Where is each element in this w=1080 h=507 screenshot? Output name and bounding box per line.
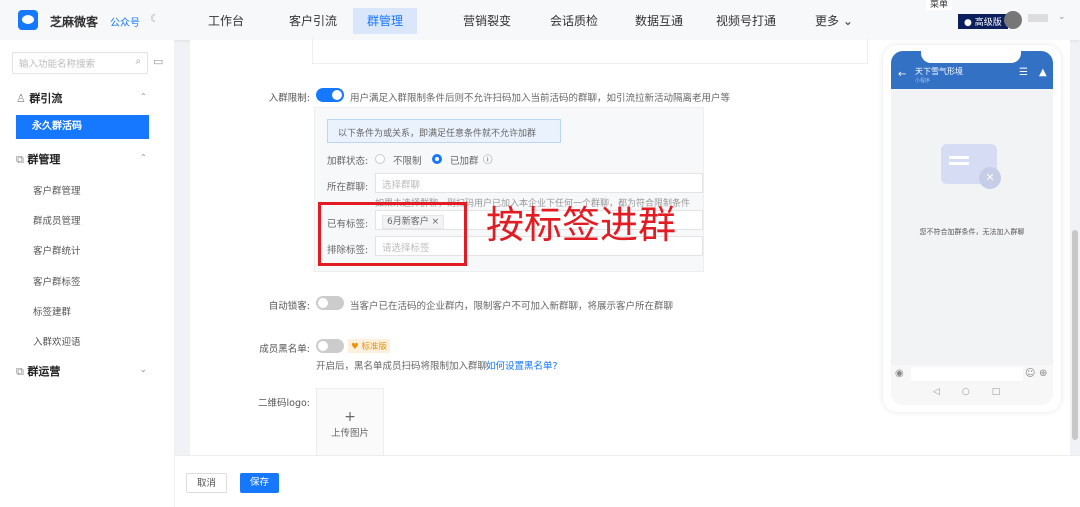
annotation-text: 按标签进群 — [486, 203, 677, 247]
blacklist-desc: 开启后，黑名单成员扫码将限制加入群聊 — [316, 361, 488, 372]
brand-name: 芝麻微客 — [50, 15, 99, 29]
phone-notch — [921, 51, 1021, 63]
group-chat-label: 所在群聊: — [327, 182, 369, 193]
blacklist-help-link[interactable]: 如何设置黑名单? — [486, 358, 558, 372]
menu-tooltip: 菜单 — [926, 0, 953, 10]
sidebar-item[interactable]: 入群欢迎语 — [33, 334, 81, 348]
top-bar: 芝麻微客 公众号 ☾ 工作台 客户引流 群管理 营销裂变 会话质检 数据互通 视… — [0, 0, 1080, 40]
phone-footer: ◉ ☺ ⊕ ◁○□ — [891, 365, 1053, 405]
sidebar-item[interactable]: 标签建群 — [33, 304, 71, 318]
phone-nav-buttons: ◁○□ — [933, 387, 1023, 397]
previous-field-box — [312, 38, 868, 64]
nav-marketing[interactable]: 营销裂变 — [451, 8, 523, 34]
menu-icon: ☰ — [1019, 67, 1028, 78]
voice-icon: ◉ — [895, 368, 904, 379]
plus-icon: + — [344, 409, 356, 425]
cancel-button[interactable]: 取消 — [186, 473, 228, 493]
upload-image-button[interactable]: + 上传图片 — [316, 388, 384, 456]
plus-circle-icon: ⊕ — [1039, 368, 1048, 379]
nav-group-management[interactable]: 群管理 — [353, 8, 418, 34]
sidebar-group-traffic[interactable]: ♙ 群引流 — [16, 90, 62, 106]
scrollbar[interactable] — [1072, 230, 1078, 440]
phone-input — [911, 367, 1023, 381]
group-label: 群运营 — [27, 365, 61, 378]
nav-more[interactable]: 更多 ⌄ — [803, 8, 865, 34]
standard-badge-label: 标准版 — [361, 342, 387, 352]
blacklist-toggle[interactable] — [316, 339, 344, 353]
auto-lock-toggle[interactable] — [316, 296, 344, 310]
upload-label: 上传图片 — [330, 428, 369, 439]
bottom-action-bar: 取消 保存 — [175, 455, 1080, 507]
sidebar-item[interactable]: 客户群标签 — [33, 274, 81, 288]
nav-workbench[interactable]: 工作台 — [196, 8, 256, 34]
phone-body: ✕ 您不符合加群条件，无法加入群聊 — [891, 89, 1053, 365]
brand-logo — [18, 10, 38, 30]
auto-lock-desc: 当客户已在活码的企业群内，限制客户不可加入新群聊，将展示客户所在群聊 — [350, 301, 674, 312]
sidebar-group-management[interactable]: ⧉ 群管理 — [16, 151, 60, 167]
phone-subtitle: 小程序 — [915, 78, 931, 84]
radio-unlimited[interactable] — [375, 154, 385, 164]
plan-badge: ● 高级版 — [958, 14, 1008, 29]
chat-icon: ⧉ — [16, 365, 28, 378]
qr-logo-label: 二维码logo: — [258, 398, 310, 409]
group-chat-select[interactable]: 选择群聊 — [375, 173, 703, 193]
phone-header: ← 天下雪气形境 小程序 ☰ ▲ — [891, 51, 1053, 89]
join-limit-toggle[interactable] — [316, 88, 344, 102]
chevron-up-icon[interactable]: ⌃ — [140, 92, 147, 101]
back-arrow-icon: ← — [898, 69, 907, 80]
search-icon: ⌕ — [135, 56, 141, 67]
auto-lock-label: 自动锁客: — [268, 301, 310, 312]
sidebar-item[interactable]: 群成员管理 — [33, 213, 81, 227]
radio-joined-label: 已加群 — [450, 156, 479, 167]
nav-video[interactable]: 视频号打通 — [704, 8, 788, 34]
emoji-icon: ☺ — [1025, 368, 1036, 379]
official-account-link[interactable]: 公众号 — [110, 14, 140, 29]
save-button[interactable]: 保存 — [240, 473, 280, 493]
condition-note: 以下条件为或关系，即满足任意条件就不允许加群 — [327, 119, 561, 143]
chat-icon: ⧉ — [16, 153, 28, 166]
blacklist-label: 成员黑名单: — [259, 344, 310, 355]
layout-icon[interactable]: ▭ — [153, 55, 163, 68]
nav-session-qc[interactable]: 会话质检 — [538, 8, 610, 34]
sidebar-item-permanent-qr[interactable]: 永久群活码 — [16, 115, 149, 139]
radio-joined[interactable] — [432, 154, 442, 164]
search-placeholder: 输入功能名称搜索 — [19, 59, 96, 70]
chevron-down-icon[interactable]: ⌄ — [140, 365, 147, 374]
username-blurred — [1028, 14, 1048, 22]
radio-unlimited-label: 不限制 — [393, 156, 422, 167]
group-chat-placeholder: 选择群聊 — [382, 180, 421, 191]
person-icon: ▲ — [1039, 67, 1047, 78]
sidebar-item[interactable]: 客户群管理 — [33, 183, 81, 197]
chevron-down-icon[interactable]: ⌄ — [1058, 12, 1066, 22]
nav-data[interactable]: 数据互通 — [623, 8, 695, 34]
join-limit-label: 入群限制: — [268, 93, 310, 104]
standard-badge: ♥ 标准版 — [348, 339, 390, 353]
theme-moon-icon[interactable]: ☾ — [150, 12, 160, 25]
x-icon: ✕ — [979, 167, 1001, 189]
sidebar: 输入功能名称搜索 ⌕ ▭ ♙ 群引流 ⌃ 永久群活码 ⧉ 群管理 ⌃ 客户群管理 … — [0, 40, 175, 507]
chevron-up-icon[interactable]: ⌃ — [140, 153, 147, 162]
phone-preview: ← 天下雪气形境 小程序 ☰ ▲ ✕ 您不符合加群条件，无法加入群聊 ◉ ☺ ⊕… — [883, 45, 1061, 412]
group-label: 群管理 — [27, 153, 61, 166]
join-limit-desc: 用户满足入群限制条件后则不允许扫码加入当前活码的群聊，如引流拉新活动隔离老用户等 — [350, 93, 731, 104]
group-label: 群引流 — [29, 92, 63, 105]
join-status-label: 加群状态: — [327, 156, 369, 167]
user-icon: ♙ — [16, 92, 30, 105]
highlight-box — [318, 202, 467, 266]
plan-badge-label: 高级版 — [974, 18, 1002, 28]
avatar[interactable] — [1004, 11, 1022, 29]
phone-title: 天下雪气形境 — [915, 67, 963, 76]
phone-message: 您不符合加群条件，无法加入群聊 — [919, 228, 1025, 236]
nav-customer-traffic[interactable]: 客户引流 — [277, 8, 349, 34]
sidebar-search-input[interactable]: 输入功能名称搜索 ⌕ — [12, 52, 148, 74]
sidebar-group-operations[interactable]: ⧉ 群运营 — [16, 363, 60, 379]
help-circle-icon[interactable]: ⓘ — [483, 152, 493, 166]
sidebar-item[interactable]: 客户群统计 — [33, 243, 81, 257]
